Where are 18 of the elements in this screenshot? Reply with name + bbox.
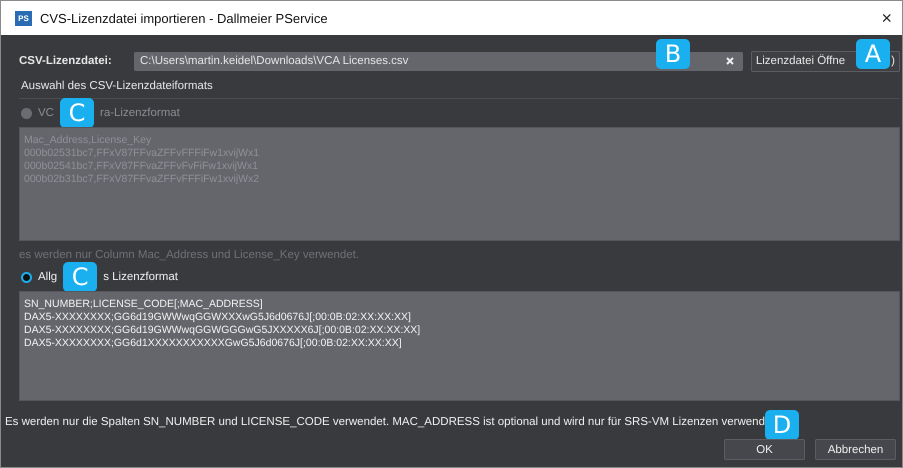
ok-button[interactable]: OK [724, 439, 805, 460]
radio-button[interactable] [21, 272, 32, 282]
callout-badge: C [60, 98, 94, 128]
callout-badge: D [764, 410, 799, 440]
close-button[interactable]: × [877, 8, 896, 28]
callout-tooltip: A [856, 39, 890, 69]
radio-label[interactable]: Allg [38, 271, 58, 283]
sample-text-area[interactable]: SN_NUMBER;LICENSE_CODE[;MAC_ADDRESS] DAX5-XXXXXXXX;GG6d19GWWwqGGWXXXwG5J6d0676J[;00:0B:02:XX:XX:XX] DAX5-XXXXXXXX;GG6d19GWWwqGGWGGGwG5JXXXXX6J[;00:0B:02:XX:XX:XX] DAX5-XXXXXXXX;GG6d1XXXXXXXXXXXGwG5J6d0676J[;00:0B:02:XX:XX:XX] [19, 291, 900, 401]
app-icon: PS [15, 10, 32, 26]
section-title: Auswahl des CSV-Lizenzdateiformats [19, 79, 900, 99]
window-title: CVS-Lizenzdatei importieren - Dallmeier PService [40, 10, 329, 26]
field-label: CSV-Lizenzdatei: [19, 55, 113, 67]
radio-label[interactable]: s Lizenzformat [103, 271, 178, 283]
note-text: Es werden nur die Spalten SN_NUMBER und LICENSE_CODE verwendet. MAC_ADDRESS ist optional und wird nur für SRS-VM Lizenzen verwend [5, 416, 765, 428]
callout-badge: C [63, 262, 98, 292]
clear-icon[interactable] [724, 56, 735, 66]
callout-tooltip: B [656, 39, 690, 69]
cancel-button[interactable]: Abbrechen [815, 439, 896, 460]
